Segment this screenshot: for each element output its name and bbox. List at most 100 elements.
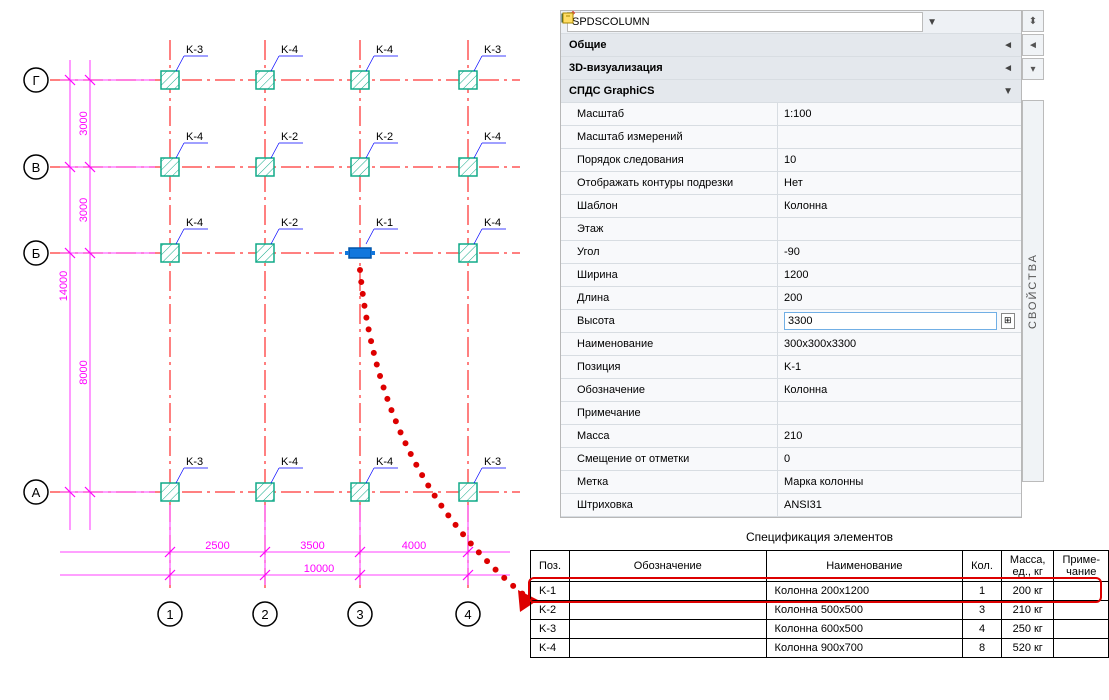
svg-text:K-2: K-2 [281,131,298,143]
property-row[interactable]: Наименование300x300x3300 [561,333,1021,356]
property-row[interactable]: МеткаМарка колонны [561,471,1021,494]
property-row[interactable]: ШаблонКолонна [561,195,1021,218]
spec-cell [570,639,767,658]
property-row[interactable]: ОбозначениеКолонна [561,379,1021,402]
panel-controls: ⬍ ◄ ▾ [1022,10,1042,82]
property-key: Масса [561,425,778,447]
property-value[interactable]: 1:100 [778,103,1021,125]
section-viz[interactable]: 3D-визуализация◄ [561,57,1021,80]
property-value[interactable]: Колонна [778,379,1021,401]
property-key: Масштаб измерений [561,126,778,148]
spec-cell: Колонна 900x700 [766,639,963,658]
property-row[interactable]: Масштаб1:100 [561,103,1021,126]
property-row[interactable]: Ширина1200 [561,264,1021,287]
cad-drawing: K-3K-4K-4K-3K-4K-2K-2K-4K-4K-2K-1K-4K-3K… [0,0,560,640]
dropdown-icon[interactable]: ▼ [927,17,937,28]
chevron-icon: ▼ [1003,86,1013,97]
quick-select-icon[interactable] [965,11,989,33]
property-key: Метка [561,471,778,493]
svg-text:K-3: K-3 [186,44,203,56]
svg-text:2: 2 [261,607,268,622]
spec-cell: Колонна 500x500 [766,601,963,620]
highlight-row-k1 [528,577,1102,603]
property-value[interactable] [778,402,1021,424]
spec-cell: 210 кг [1001,601,1054,620]
svg-text:4: 4 [464,607,471,622]
spec-title: Спецификация элементов [530,530,1109,544]
property-key: Наименование [561,333,778,355]
section-spds[interactable]: СПДС GraphiCS▼ [561,80,1021,103]
svg-text:1: 1 [166,607,173,622]
spec-cell: 520 кг [1001,639,1054,658]
property-value[interactable]: 200 [778,287,1021,309]
svg-text:K-1: K-1 [376,217,393,229]
property-row[interactable]: Длина200 [561,287,1021,310]
svg-text:10000: 10000 [304,563,335,575]
svg-text:K-4: K-4 [484,131,501,143]
property-value[interactable]: 10 [778,149,1021,171]
spec-cell: Колонна 600x500 [766,620,963,639]
svg-text:В: В [32,160,41,175]
property-row[interactable]: Угол-90 [561,241,1021,264]
svg-text:K-4: K-4 [376,456,393,468]
property-key: Отображать контуры подрезки [561,172,778,194]
property-row[interactable]: Смещение от отметки0 [561,448,1021,471]
property-value[interactable]: 210 [778,425,1021,447]
svg-text:3000: 3000 [78,198,90,222]
property-value[interactable]: 0 [778,448,1021,470]
property-value[interactable]: 300x300x3300 [778,333,1021,355]
property-row[interactable]: ШтриховкаANSI31 [561,494,1021,517]
property-row[interactable]: Этаж [561,218,1021,241]
property-value[interactable]: 1200 [778,264,1021,286]
autohide-icon[interactable]: ◄ [1022,34,1044,56]
panel-title-bar[interactable]: СВОЙСТВА [1022,100,1044,482]
svg-text:K-3: K-3 [484,44,501,56]
property-key: Примечание [561,402,778,424]
property-value[interactable]: Нет [778,172,1021,194]
property-row[interactable]: Масса210 [561,425,1021,448]
svg-text:14000: 14000 [58,271,70,302]
spec-cell: K-3 [531,620,570,639]
property-key: Угол [561,241,778,263]
property-row[interactable]: Примечание [561,402,1021,425]
property-value[interactable]: K-1 [778,356,1021,378]
menu-icon[interactable]: ▾ [1022,58,1044,80]
spec-row: K-2Колонна 500x5003210 кг [531,601,1109,620]
property-value[interactable] [778,126,1021,148]
property-row[interactable]: Масштаб измерений [561,126,1021,149]
object-type-input[interactable] [567,12,923,32]
svg-text:Б: Б [32,246,41,261]
property-value[interactable]: ⊞ [778,310,1021,332]
section-common[interactable]: Общие◄ [561,34,1021,57]
spec-cell: K-2 [531,601,570,620]
svg-text:K-4: K-4 [186,217,203,229]
svg-text:3500: 3500 [300,540,324,552]
add-selection-icon[interactable] [939,11,963,33]
property-value[interactable]: Марка колонны [778,471,1021,493]
property-row[interactable]: Порядок следования10 [561,149,1021,172]
property-key: Длина [561,287,778,309]
spec-row: K-4Колонна 900x7008520 кг [531,639,1109,658]
property-value[interactable]: ANSI31 [778,494,1021,516]
property-key: Шаблон [561,195,778,217]
property-key: Ширина [561,264,778,286]
property-row[interactable]: Высота⊞ [561,310,1021,333]
spec-cell [1054,639,1109,658]
svg-text:2500: 2500 [205,540,229,552]
calculator-icon[interactable]: ⊞ [1001,313,1015,329]
property-input[interactable] [784,312,997,330]
filter-icon[interactable] [991,11,1015,33]
svg-text:8000: 8000 [78,360,90,384]
spec-row: K-3Колонна 600x5004250 кг [531,620,1109,639]
property-value[interactable]: -90 [778,241,1021,263]
property-row[interactable]: ПозицияK-1 [561,356,1021,379]
svg-text:3: 3 [356,607,363,622]
property-value[interactable]: Колонна [778,195,1021,217]
svg-text:K-2: K-2 [281,217,298,229]
dock-icon[interactable]: ⬍ [1022,10,1044,32]
property-row[interactable]: Отображать контуры подрезкиНет [561,172,1021,195]
section-label: 3D-визуализация [569,62,663,74]
svg-text:K-4: K-4 [281,456,298,468]
property-value[interactable] [778,218,1021,240]
object-type-row: ▼ [561,11,1021,34]
